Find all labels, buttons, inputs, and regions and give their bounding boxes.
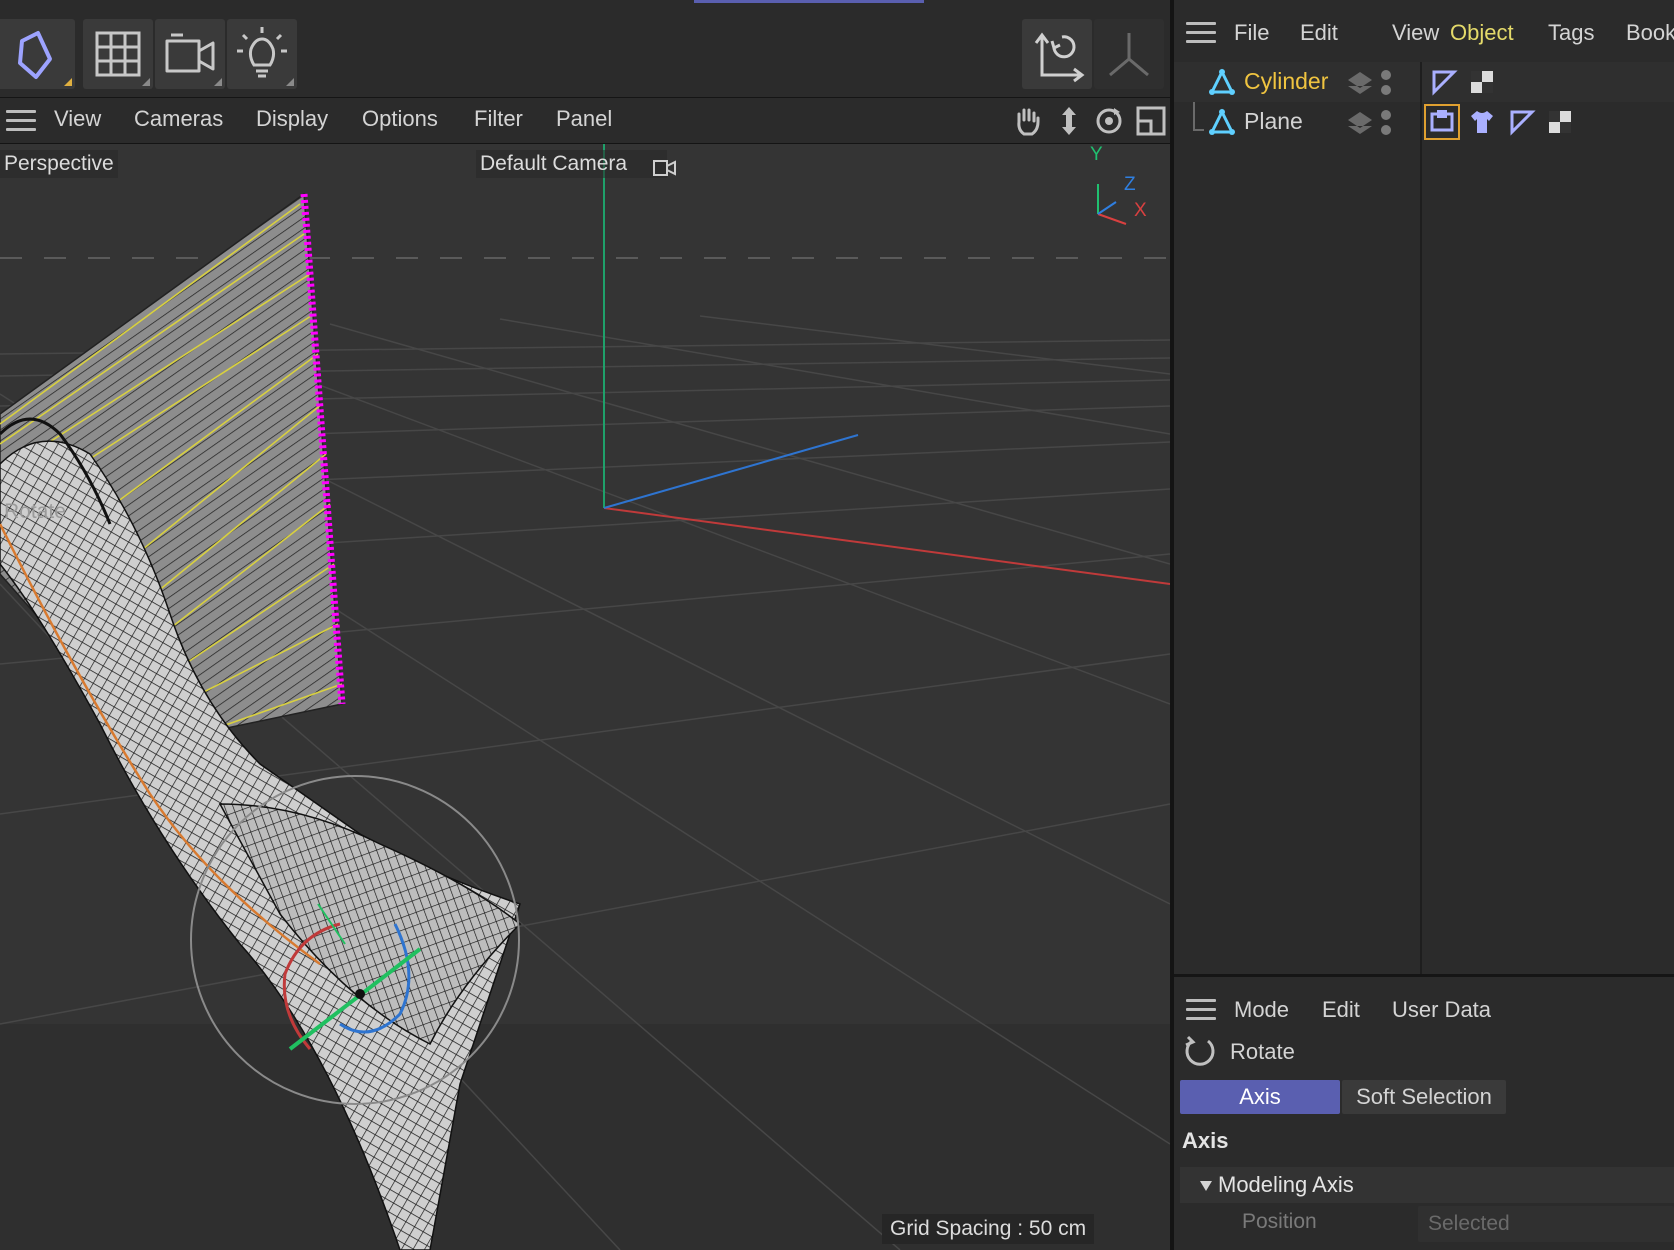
projection-label[interactable]: Perspective bbox=[0, 150, 118, 178]
layer-icon[interactable] bbox=[1346, 70, 1374, 96]
om-menu-object[interactable]: Object bbox=[1450, 20, 1514, 46]
expand-triangle-icon[interactable] bbox=[1198, 1179, 1214, 1193]
world-axis-icon bbox=[1034, 32, 1085, 83]
cloth-shirt-tag-icon[interactable] bbox=[1468, 108, 1496, 136]
layer-icon[interactable] bbox=[1346, 110, 1374, 136]
cloth-tag-active-icon[interactable] bbox=[1424, 104, 1460, 140]
menu-view[interactable]: View bbox=[54, 106, 101, 132]
gizmo-y-label: Y bbox=[1090, 144, 1103, 165]
viewport-menubar: View Cameras Display Options Filter Pane… bbox=[0, 98, 1170, 144]
object-manager-menubar: File Edit View Object Tags Book bbox=[1174, 0, 1674, 62]
gizmo-z-label: Z bbox=[1124, 174, 1136, 195]
floor-grid-button[interactable] bbox=[83, 19, 153, 89]
selection-tag-icon[interactable] bbox=[1430, 68, 1458, 96]
visibility-dots-icon[interactable] bbox=[1380, 108, 1392, 138]
camera-button[interactable] bbox=[155, 19, 225, 89]
polygon-mode-button[interactable] bbox=[0, 19, 75, 89]
tab-axis[interactable]: Axis bbox=[1180, 1080, 1340, 1114]
polygon-object-icon bbox=[1209, 108, 1235, 135]
tool-name: Rotate bbox=[1230, 1039, 1295, 1064]
axis-mode-button[interactable] bbox=[1094, 19, 1164, 89]
active-tab-indicator bbox=[694, 0, 924, 3]
tab-soft-selection[interactable]: Soft Selection bbox=[1342, 1080, 1506, 1114]
attribute-hamburger-icon[interactable] bbox=[1186, 999, 1216, 1021]
move-arrows-icon[interactable] bbox=[1052, 104, 1086, 138]
object-list: Cylinder Plane bbox=[1174, 62, 1674, 974]
selection-tag-icon[interactable] bbox=[1508, 108, 1536, 136]
position-value: Selected bbox=[1428, 1212, 1510, 1235]
object-name-plane[interactable]: Plane bbox=[1244, 108, 1303, 135]
main-toolbar bbox=[0, 0, 1172, 98]
om-menu-edit[interactable]: Edit bbox=[1300, 20, 1338, 46]
position-label: Position bbox=[1242, 1210, 1317, 1233]
section-title: Axis bbox=[1182, 1128, 1229, 1153]
light-button[interactable] bbox=[227, 19, 297, 89]
orbit-icon[interactable] bbox=[1092, 104, 1126, 138]
polygon-object-icon bbox=[1209, 68, 1235, 95]
om-menu-bookmarks[interactable]: Book bbox=[1626, 20, 1674, 46]
om-menu-view[interactable]: View bbox=[1392, 20, 1439, 46]
position-dropdown[interactable]: Selected bbox=[1418, 1206, 1674, 1242]
menu-options[interactable]: Options bbox=[362, 106, 438, 132]
group-title: Modeling Axis bbox=[1218, 1172, 1354, 1197]
material-tag-icon[interactable] bbox=[1468, 68, 1496, 96]
camera-label-text: Default Camera bbox=[480, 152, 628, 175]
om-menu-file[interactable]: File bbox=[1234, 20, 1269, 46]
am-menu-edit[interactable]: Edit bbox=[1322, 997, 1360, 1023]
object-row-cylinder[interactable]: Cylinder bbox=[1174, 62, 1674, 102]
gizmo-x-label: X bbox=[1134, 200, 1147, 221]
camera-small-icon bbox=[653, 160, 676, 176]
menu-filter[interactable]: Filter bbox=[474, 106, 523, 132]
am-menu-mode[interactable]: Mode bbox=[1234, 997, 1289, 1023]
viewport-hamburger-icon[interactable] bbox=[6, 110, 36, 132]
object-row-plane[interactable]: Plane bbox=[1174, 102, 1674, 142]
menu-cameras[interactable]: Cameras bbox=[134, 106, 223, 132]
rotate-tool-hint: Rotate bbox=[4, 500, 66, 523]
grid-spacing-label: Grid Spacing : 50 cm bbox=[882, 1214, 1095, 1244]
am-menu-user-data[interactable]: User Data bbox=[1392, 997, 1491, 1023]
maximize-view-icon[interactable] bbox=[1134, 104, 1168, 138]
coordinate-system-button[interactable] bbox=[1022, 19, 1092, 89]
material-tag-icon[interactable] bbox=[1546, 108, 1574, 136]
modeling-axis-group[interactable]: Modeling Axis bbox=[1180, 1167, 1674, 1203]
viewport-scene bbox=[0, 144, 1170, 1250]
object-tag-column-divider[interactable] bbox=[1420, 62, 1422, 974]
pan-hand-icon[interactable] bbox=[1010, 104, 1044, 138]
perspective-viewport[interactable]: Y Z X Perspective Default Camera Rotate … bbox=[0, 144, 1170, 1250]
object-manager-hamburger-icon[interactable] bbox=[1186, 22, 1216, 44]
visibility-dots-icon[interactable] bbox=[1380, 68, 1392, 98]
rotate-tool-icon bbox=[1185, 1035, 1215, 1066]
camera-label[interactable]: Default Camera bbox=[476, 150, 668, 178]
om-menu-tags[interactable]: Tags bbox=[1548, 20, 1594, 46]
axis-icon bbox=[1109, 33, 1149, 77]
object-name-cylinder[interactable]: Cylinder bbox=[1244, 68, 1328, 95]
menu-display[interactable]: Display bbox=[256, 106, 328, 132]
menu-panel[interactable]: Panel bbox=[556, 106, 612, 132]
